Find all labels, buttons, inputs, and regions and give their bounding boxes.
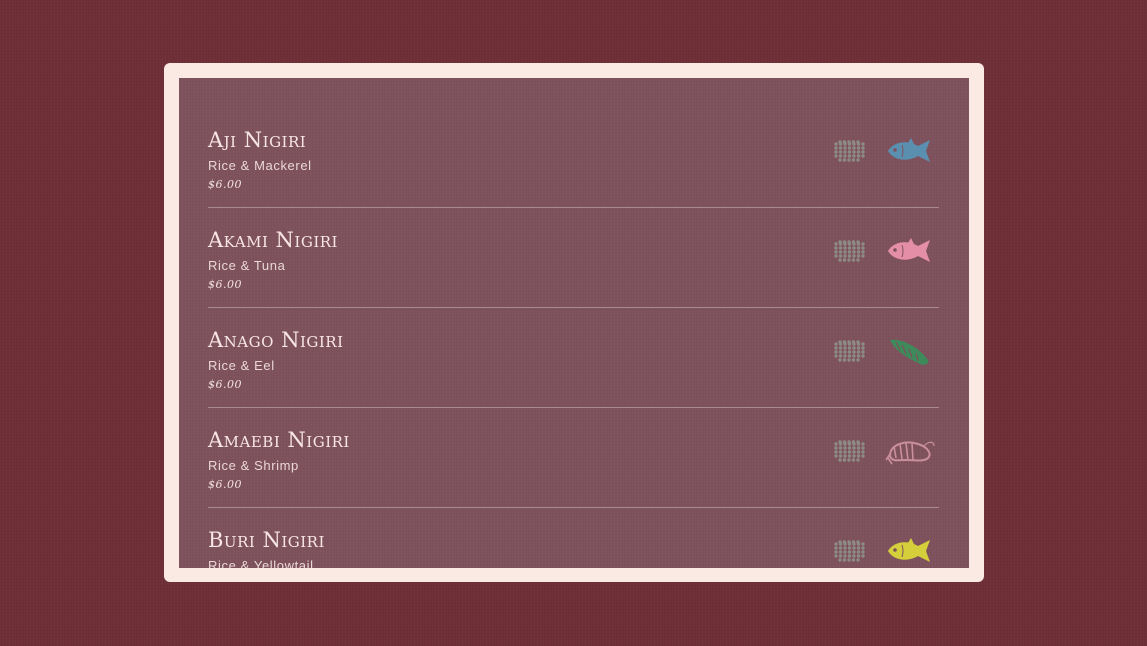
item-name: Anago Nigiri [208,328,344,352]
item-name: Aji Nigiri [208,128,307,152]
menu-item[interactable]: Buri Nigiri Rice & Yellowtail [208,508,939,568]
item-name: Akami Nigiri [208,228,338,252]
rice-icon [834,340,865,362]
menu-panel[interactable]: Aji Nigiri Rice & Mackerel $6.00 Akami N… [179,78,969,568]
rice-icon [834,540,865,562]
item-price: $6.00 [208,478,242,491]
menu-list: Aji Nigiri Rice & Mackerel $6.00 Akami N… [208,108,939,568]
rice-icon [834,140,865,162]
item-price: $6.00 [208,378,242,391]
item-name: Buri Nigiri [208,528,325,552]
menu-item[interactable]: Amaebi Nigiri Rice & Shrimp $6.00 [208,408,939,508]
eel-icon [890,339,929,365]
item-description: Rice & Tuna [208,258,286,273]
fish-icon [888,138,930,162]
item-price: $6.00 [208,278,242,291]
shrimp-icon [885,441,935,465]
menu-item[interactable]: Aji Nigiri Rice & Mackerel $6.00 [208,108,939,208]
item-description: Rice & Eel [208,358,275,373]
item-description: Rice & Mackerel [208,158,312,173]
menu-item[interactable]: Anago Nigiri Rice & Eel $6.00 [208,308,939,408]
rice-icon [834,240,865,262]
item-description: Rice & Yellowtail [208,558,314,568]
item-name: Amaebi Nigiri [208,428,350,452]
fish-icon [888,538,930,562]
item-price: $6.00 [208,178,242,191]
item-description: Rice & Shrimp [208,458,299,473]
menu-card-frame: Aji Nigiri Rice & Mackerel $6.00 Akami N… [164,63,984,582]
menu-item[interactable]: Akami Nigiri Rice & Tuna $6.00 [208,208,939,308]
rice-icon [834,440,865,462]
fish-icon [888,238,930,262]
